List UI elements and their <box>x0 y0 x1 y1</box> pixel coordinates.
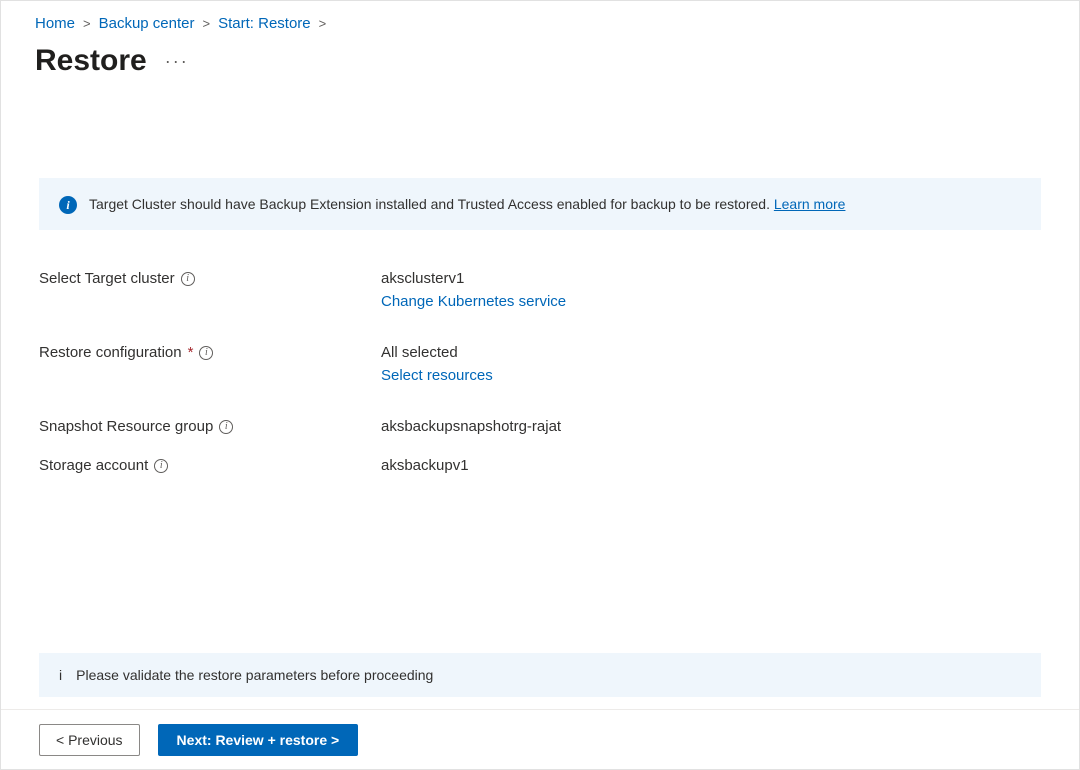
storage-account-label: Storage account <box>39 457 148 474</box>
change-kubernetes-service-link[interactable]: Change Kubernetes service <box>381 293 566 310</box>
storage-account-value: aksbackupv1 <box>381 457 469 474</box>
next-review-restore-button[interactable]: Next: Review + restore > <box>158 724 359 756</box>
select-resources-link[interactable]: Select resources <box>381 367 493 384</box>
info-icon: i <box>59 667 62 683</box>
info-banner-validate: i Please validate the restore parameters… <box>39 653 1041 697</box>
wizard-footer: < Previous Next: Review + restore > <box>1 709 1079 769</box>
info-icon[interactable]: i <box>154 459 168 473</box>
target-cluster-label: Select Target cluster <box>39 270 175 287</box>
chevron-right-icon: > <box>319 16 327 31</box>
info-icon[interactable]: i <box>181 272 195 286</box>
breadcrumb-backup-center[interactable]: Backup center <box>99 15 195 32</box>
previous-button[interactable]: < Previous <box>39 724 140 756</box>
restore-configuration-label: Restore configuration <box>39 344 182 361</box>
validate-banner-text: Please validate the restore parameters b… <box>76 667 433 683</box>
restore-configuration-value: All selected <box>381 344 458 361</box>
field-restore-configuration: Restore configuration * i All selected S… <box>39 344 1041 384</box>
info-icon: i <box>59 196 77 214</box>
learn-more-link[interactable]: Learn more <box>774 196 846 212</box>
field-target-cluster: Select Target cluster i aksclusterv1 Cha… <box>39 270 1041 310</box>
field-storage-account: Storage account i aksbackupv1 <box>39 457 1041 474</box>
info-banner-target-cluster: i Target Cluster should have Backup Exte… <box>39 178 1041 230</box>
chevron-right-icon: > <box>83 16 91 31</box>
info-icon[interactable]: i <box>199 346 213 360</box>
field-snapshot-resource-group: Snapshot Resource group i aksbackupsnaps… <box>39 418 1041 435</box>
chevron-right-icon: > <box>203 16 211 31</box>
breadcrumb-home[interactable]: Home <box>35 15 75 32</box>
breadcrumb: Home > Backup center > Start: Restore > <box>1 1 1079 38</box>
page-title-row: Restore ··· <box>1 38 1079 88</box>
snapshot-resource-group-value: aksbackupsnapshotrg-rajat <box>381 418 561 435</box>
more-actions-button[interactable]: ··· <box>165 51 189 72</box>
breadcrumb-start-restore[interactable]: Start: Restore <box>218 15 311 32</box>
info-icon[interactable]: i <box>219 420 233 434</box>
target-cluster-value: aksclusterv1 <box>381 270 464 287</box>
snapshot-resource-group-label: Snapshot Resource group <box>39 418 213 435</box>
page-title: Restore <box>35 44 147 78</box>
info-banner-text: Target Cluster should have Backup Extens… <box>89 194 845 214</box>
required-indicator: * <box>188 344 194 361</box>
